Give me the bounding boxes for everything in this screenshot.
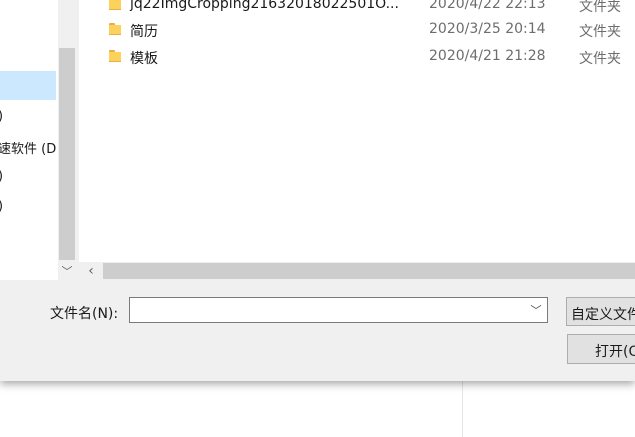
nav-scrollbar-thumb[interactable] bbox=[59, 48, 75, 260]
file-name: 模板 bbox=[130, 51, 158, 67]
file-list-hscrollbar[interactable]: ‹ bbox=[79, 262, 635, 280]
nav-pane-bottom bbox=[0, 262, 58, 280]
nav-item-drive-1[interactable]: ) bbox=[0, 109, 3, 124]
file-row[interactable]: 简历 2020/3/25 20:14 文件夹 bbox=[79, 16, 635, 42]
file-type: 文件夹 bbox=[579, 51, 621, 67]
folder-icon bbox=[109, 0, 121, 10]
file-type: 文件夹 bbox=[579, 24, 621, 40]
file-date: 2020/4/21 21:28 bbox=[429, 48, 546, 64]
file-name: jq22ImgCropping21632018022501O... bbox=[130, 0, 399, 12]
nav-selected-highlight bbox=[0, 71, 56, 100]
filename-input[interactable]: ﹀ bbox=[129, 297, 548, 323]
divider bbox=[462, 381, 463, 437]
background-window bbox=[0, 381, 635, 437]
file-date: 2020/4/22 22:13 bbox=[429, 0, 546, 12]
navigation-pane[interactable]: ) 速软件 (D ) ) bbox=[0, 0, 58, 262]
file-type: 文件夹 bbox=[579, 0, 621, 15]
chevron-down-icon[interactable]: ﹀ bbox=[529, 302, 543, 318]
file-list: jq22ImgCropping21632018022501O... 2020/4… bbox=[79, 0, 635, 262]
folder-icon bbox=[109, 50, 121, 62]
file-name: 简历 bbox=[130, 24, 158, 40]
file-date: 2020/3/25 20:14 bbox=[429, 21, 546, 37]
file-row[interactable]: jq22ImgCropping21632018022501O... 2020/4… bbox=[79, 0, 635, 17]
filename-label: 文件名(N): bbox=[50, 306, 119, 322]
folder-icon bbox=[109, 23, 121, 35]
nav-scroll-down-icon[interactable]: ﹀ bbox=[58, 262, 76, 280]
nav-item-drive-4[interactable]: ) bbox=[0, 199, 3, 214]
nav-item-drive-d[interactable]: 速软件 (D bbox=[0, 138, 56, 157]
file-row[interactable]: 模板 2020/4/21 21:28 文件夹 bbox=[79, 43, 635, 69]
scroll-left-icon[interactable]: ‹ bbox=[79, 262, 103, 280]
file-open-dialog: ) 速软件 (D ) ) ﹀ jq22ImgCropping2163201802… bbox=[0, 0, 635, 381]
hscrollbar-thumb[interactable] bbox=[103, 263, 635, 279]
file-type-filter-button[interactable]: 自定义文件 bbox=[566, 297, 635, 326]
nav-scrollbar[interactable] bbox=[58, 0, 76, 280]
open-button[interactable]: 打开(O) bbox=[567, 334, 635, 364]
nav-item-drive-3[interactable]: ) bbox=[0, 169, 3, 184]
